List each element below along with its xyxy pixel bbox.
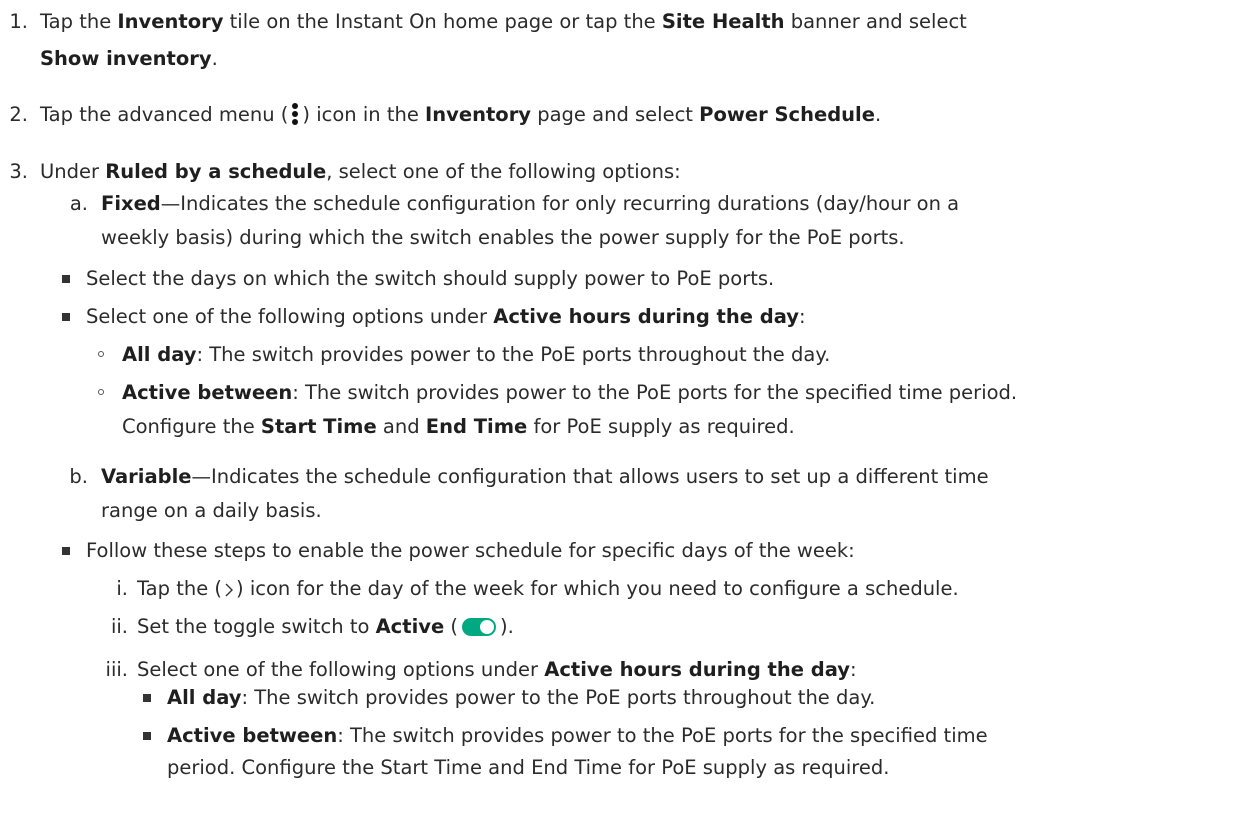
variable-line-1: Variable—Indicates the schedule configur… bbox=[101, 465, 989, 488]
roman-step-number: i. bbox=[116, 577, 128, 600]
step-1-line-2: Show inventory. bbox=[40, 47, 218, 70]
bullet-square-icon bbox=[62, 275, 70, 283]
step-ii-line: Set the toggle switch to Active (). bbox=[137, 615, 514, 638]
fixed-sub-bullet-2-line-1: Active between: The switch provides powe… bbox=[122, 381, 1018, 404]
bullet-square-icon bbox=[62, 313, 70, 321]
step-1-line-1: Tap the Inventory tile on the Instant On… bbox=[40, 10, 967, 33]
bullet-square-icon bbox=[62, 547, 70, 555]
bullet-circle-icon bbox=[98, 389, 104, 395]
step-number: 1. bbox=[9, 10, 28, 33]
step-number: 3. bbox=[9, 160, 28, 183]
toggle-on-icon bbox=[462, 618, 496, 636]
fixed-bullet-1: Select the days on which the switch shou… bbox=[86, 267, 775, 290]
step-3-line: Under Ruled by a schedule, select one of… bbox=[40, 160, 681, 183]
step-2-line: Tap the advanced menu () icon in the Inv… bbox=[40, 103, 882, 126]
sub-step-letter: a. bbox=[69, 192, 88, 215]
step-i-line: Tap the () icon for the day of the week … bbox=[137, 577, 959, 600]
fixed-sub-bullet-2-line-2: Configure the Start Time and End Time fo… bbox=[122, 415, 795, 438]
step-iii-line: Select one of the following options unde… bbox=[137, 658, 857, 681]
step-iii-bullet-2-line-1: Active between: The switch provides powe… bbox=[167, 724, 988, 747]
fixed-line-1: Fixed—Indicates the schedule configurati… bbox=[101, 192, 960, 215]
fixed-line-2: weekly basis) during which the switch en… bbox=[101, 226, 905, 249]
roman-step-number: iii. bbox=[105, 658, 128, 681]
bullet-square-icon bbox=[143, 694, 151, 702]
bullet-circle-icon bbox=[98, 351, 104, 357]
variable-line-2: range on a daily basis. bbox=[101, 499, 322, 522]
step-number: 2. bbox=[9, 103, 28, 126]
fixed-bullet-2: Select one of the following options unde… bbox=[86, 305, 806, 328]
sub-step-letter: b. bbox=[69, 465, 88, 488]
more-vertical-icon bbox=[292, 103, 299, 125]
roman-step-number: ii. bbox=[110, 615, 128, 638]
step-iii-bullet-2-line-2: period. Configure the Start Time and End… bbox=[167, 756, 890, 779]
chevron-right-icon bbox=[225, 583, 234, 596]
step-iii-bullet-1: All day: The switch provides power to th… bbox=[167, 686, 876, 709]
bullet-square-icon bbox=[143, 732, 151, 740]
fixed-sub-bullet-1: All day: The switch provides power to th… bbox=[122, 343, 831, 366]
variable-bullet-1: Follow these steps to enable the power s… bbox=[86, 539, 855, 562]
